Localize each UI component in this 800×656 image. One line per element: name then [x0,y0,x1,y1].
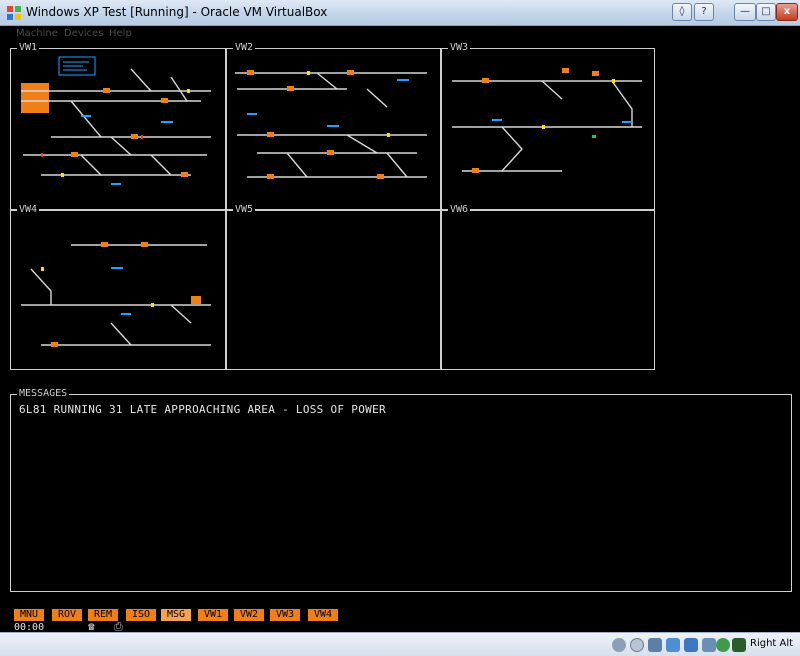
display-icon[interactable] [702,638,716,652]
track-diagram-vw2 [235,70,427,179]
fkey-msg[interactable]: MSG [161,609,191,621]
fkey-mnu[interactable]: MNU [14,609,44,621]
menu-help[interactable]: Help [109,28,132,39]
optical-drive-icon[interactable] [630,638,644,652]
phone-icon[interactable]: ☎ [88,620,95,632]
hard-disk-icon[interactable] [612,638,626,652]
menu-devices[interactable]: Devices [64,28,103,39]
fkey-vw1[interactable]: VW1 [198,609,228,621]
messages-panel: MESSAGES 6L81 RUNNING 31 LATE APPROACHIN… [10,388,792,592]
view-panel-vw2: VW2 [226,42,441,210]
status-bar: Right Alt [0,632,800,656]
minimize-button[interactable]: — [734,3,756,21]
view-panel-vw5: VW5 [226,204,441,370]
message-line[interactable]: 6L81 RUNNING 31 LATE APPROACHING AREA - … [19,403,386,416]
pencil-icon[interactable] [648,638,662,652]
view-panel-vw3: VW3 [441,42,655,210]
host-key-label: Right Alt [750,638,794,649]
fkey-rov[interactable]: ROV [52,609,82,621]
fkey-vw2[interactable]: VW2 [234,609,264,621]
view-label-vw5: VW5 [233,204,256,216]
menu-machine[interactable]: Machine [16,28,58,39]
help-button[interactable]: ? [694,3,714,21]
clock: 00:00 [14,622,45,632]
window-title: Windows XP Test [Running] - Oracle VM Vi… [26,5,328,19]
view-panel-vw4: VW4 [10,204,226,370]
menu-bar: Machine Devices Help [0,26,800,42]
folder-icon[interactable] [684,638,698,652]
track-diagram-vw1 [21,56,211,185]
messages-label: MESSAGES [17,388,70,400]
fkey-vw3[interactable]: VW3 [270,609,300,621]
view-label-vw6: VW6 [448,204,471,216]
guest-display[interactable]: VW1 VW2 VW3 VW4 VW5 VW6 MESSAGES 6L81 RU… [0,42,800,632]
track-diagram-vw3 [452,68,642,173]
view-panel-vw1: VW1 [10,42,226,210]
network-icon[interactable] [666,638,680,652]
close-button[interactable]: x [776,3,798,21]
fkey-iso[interactable]: ISO [126,609,156,621]
view-panel-vw6: VW6 [441,204,655,370]
restore-icon[interactable]: ◊ [672,3,692,21]
host-key-arrow-icon [732,638,746,652]
fkey-vw4[interactable]: VW4 [308,609,338,621]
track-diagram-vw4 [21,242,211,347]
printer-icon[interactable]: ⎙ [114,620,123,632]
capture-icon[interactable] [716,638,730,652]
xp-logo-icon [7,6,21,20]
title-bar: Windows XP Test [Running] - Oracle VM Vi… [0,0,800,26]
maximize-button[interactable]: □ [756,3,776,21]
